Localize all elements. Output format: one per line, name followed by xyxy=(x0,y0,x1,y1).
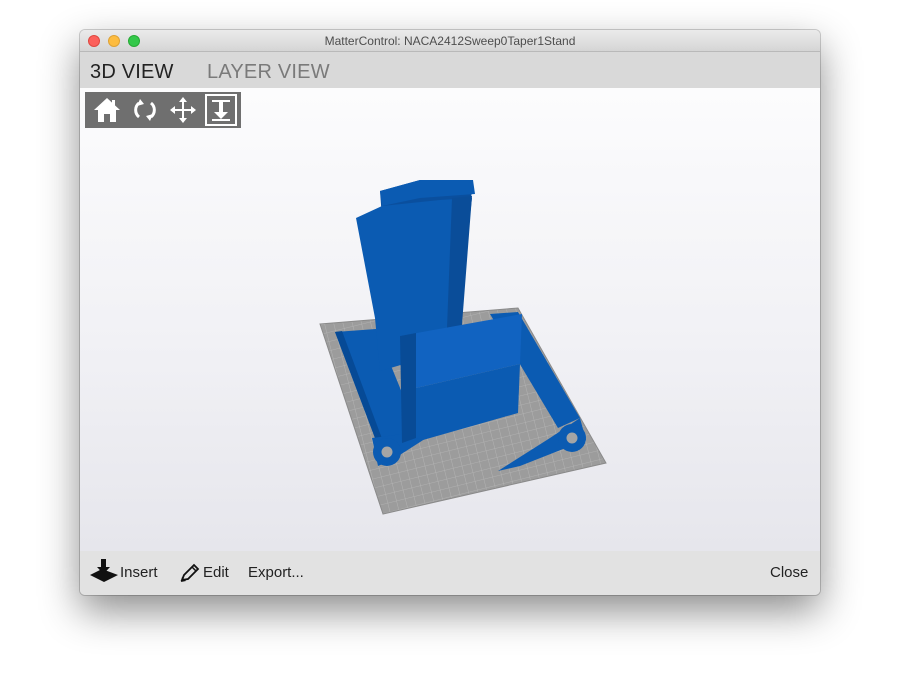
view-tabs: 3D VIEW LAYER VIEW xyxy=(80,52,820,88)
rotate-view-button[interactable] xyxy=(129,94,161,126)
view-controls-toolbar xyxy=(85,92,241,128)
insert-label: Insert xyxy=(120,564,158,581)
pencil-icon xyxy=(180,563,200,582)
insert-icon xyxy=(90,559,118,582)
app-window: MatterControl: NACA2412Sweep0Taper1Stand… xyxy=(80,30,820,595)
3d-scene[interactable] xyxy=(80,88,820,551)
pan-view-button[interactable] xyxy=(167,94,199,126)
title-bar[interactable]: MatterControl: NACA2412Sweep0Taper1Stand xyxy=(80,30,820,52)
zoom-icon xyxy=(212,100,230,121)
tab-3d-view[interactable]: 3D VIEW xyxy=(90,60,174,84)
tab-layer-view[interactable]: LAYER VIEW xyxy=(207,60,330,84)
rotate-icon xyxy=(134,99,156,121)
export-button[interactable]: Export... xyxy=(248,563,312,583)
insert-button[interactable]: Insert xyxy=(88,559,170,583)
home-icon xyxy=(94,98,120,122)
3d-viewport[interactable] xyxy=(80,88,820,551)
edit-button[interactable]: Edit xyxy=(178,563,238,583)
move-icon xyxy=(170,97,196,123)
window-title: MatterControl: NACA2412Sweep0Taper1Stand xyxy=(324,34,576,48)
close-button[interactable]: Close xyxy=(770,563,812,583)
close-label: Close xyxy=(770,564,809,581)
home-view-button[interactable] xyxy=(91,94,123,126)
edit-label: Edit xyxy=(203,564,229,581)
bottom-action-bar: Insert Edit Export... Close xyxy=(80,551,820,595)
export-label: Export... xyxy=(248,564,304,581)
zoom-view-button[interactable] xyxy=(205,94,237,126)
